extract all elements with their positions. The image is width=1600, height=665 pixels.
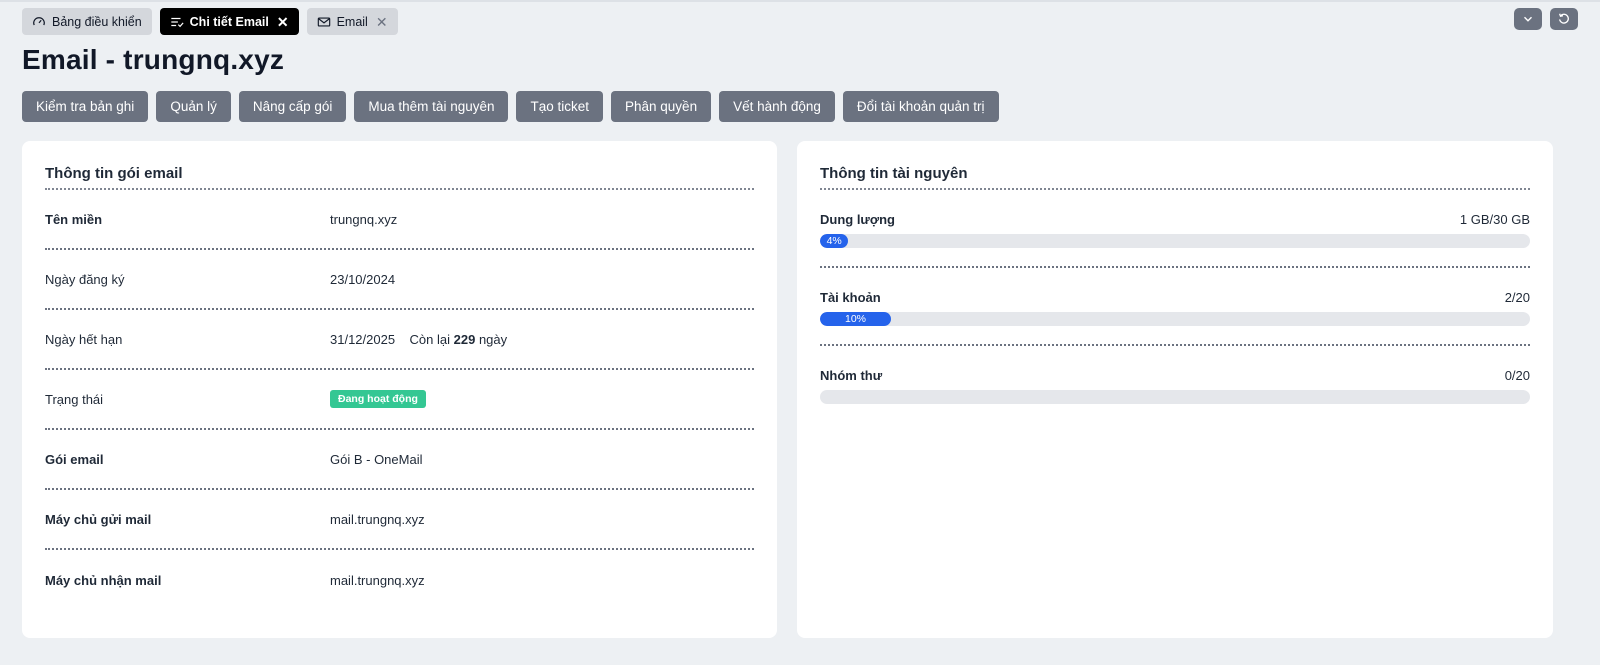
package-info-card: Thông tin gói email Tên miền trungnq.xyz… [22, 141, 777, 638]
info-value: trungnq.xyz [330, 211, 398, 227]
refresh-button[interactable] [1550, 8, 1578, 30]
chevron-down-button[interactable] [1514, 8, 1542, 30]
top-border [0, 0, 1600, 2]
tab-email-detail[interactable]: Chi tiết Email ✕ [159, 8, 299, 35]
tab-label: Chi tiết Email [189, 14, 269, 29]
status-badge: Đang hoạt động [330, 390, 426, 408]
info-row-imap-server: Máy chủ nhận mail mail.trungnq.xyz [45, 550, 754, 610]
action-toolbar: Kiểm tra bản ghi Quản lý Nâng cấp gói Mu… [22, 91, 999, 122]
progress-track [820, 390, 1530, 404]
tab-dashboard[interactable]: Bảng điều khiển [22, 8, 152, 35]
info-value: 31/12/2025 Còn lại 229 ngày [330, 332, 507, 347]
resource-info-title: Thông tin tài nguyên [820, 165, 968, 182]
progress-track: 4% [820, 234, 1530, 248]
info-value: Gói B - OneMail [330, 451, 423, 467]
info-label: Máy chủ nhận mail [45, 572, 162, 588]
info-row-expiry-date: Ngày hết hạn 31/12/2025 Còn lại 229 ngày [45, 310, 754, 370]
info-label: Ngày hết hạn [45, 331, 123, 347]
page-title: Email - trungnq.xyz [22, 44, 285, 75]
remaining-days: 229 [453, 331, 476, 347]
tab-bar: Bảng điều khiển Chi tiết Email ✕ Email ✕ [22, 8, 398, 35]
resource-mail-groups: Nhóm thư 0/20 [820, 346, 1530, 424]
chevron-down-icon [1521, 12, 1535, 26]
remaining-suffix: ngày [478, 331, 508, 347]
info-row-plan: Gói email Gói B - OneMail [45, 430, 754, 490]
tab-label: Bảng điều khiển [52, 14, 142, 29]
package-info-title: Thông tin gói email [45, 165, 183, 182]
info-row-status: Trạng thái Đang hoạt động [45, 370, 754, 430]
resource-label: Dung lượng [820, 212, 895, 227]
resource-value: 1 GB/30 GB [1459, 212, 1530, 227]
info-label: Ngày đăng ký [45, 271, 125, 287]
remaining-prefix: Còn lại [409, 331, 450, 347]
resource-storage: Dung lượng 1 GB/30 GB 4% [820, 190, 1530, 268]
divider [820, 188, 1530, 190]
info-label: Tên miền [45, 211, 103, 227]
close-icon[interactable]: ✕ [376, 15, 388, 29]
upgrade-plan-button[interactable]: Nâng cấp gói [238, 91, 347, 122]
info-value: 23/10/2024 [330, 271, 396, 287]
action-log-button[interactable]: Vết hành động [719, 91, 835, 122]
check-records-button[interactable]: Kiểm tra bản ghi [22, 91, 149, 122]
manage-button[interactable]: Quản lý [156, 91, 231, 122]
tab-label: Email [336, 14, 368, 29]
info-row-smtp-server: Máy chủ gửi mail mail.trungnq.xyz [45, 490, 754, 550]
list-check-icon [170, 15, 184, 29]
resource-label: Tài khoản [820, 290, 881, 305]
progress-fill: 4% [820, 234, 849, 248]
buy-resources-button[interactable]: Mua thêm tài nguyên [354, 91, 509, 122]
tab-email[interactable]: Email ✕ [306, 8, 398, 35]
divider [45, 188, 754, 190]
dashboard-gauge-icon [32, 15, 46, 29]
info-value: Đang hoạt động [330, 390, 426, 408]
resource-accounts: Tài khoản 2/20 10% [820, 268, 1530, 346]
info-row-register-date: Ngày đăng ký 23/10/2024 [45, 250, 754, 310]
change-admin-account-button[interactable]: Đổi tài khoản quản trị [842, 91, 999, 122]
refresh-icon [1557, 12, 1571, 26]
expiry-date: 31/12/2025 [330, 331, 396, 347]
progress-fill: 10% [820, 312, 891, 326]
info-row-domain: Tên miền trungnq.xyz [45, 190, 754, 250]
close-icon[interactable]: ✕ [277, 15, 289, 29]
resource-info-card: Thông tin tài nguyên Dung lượng 1 GB/30 … [797, 141, 1553, 638]
resource-label: Nhóm thư [820, 368, 883, 383]
info-value: mail.trungnq.xyz [330, 572, 425, 588]
create-ticket-button[interactable]: Tạo ticket [516, 91, 604, 122]
resource-value: 0/20 [1504, 368, 1530, 383]
resource-value: 2/20 [1504, 290, 1530, 305]
permissions-button[interactable]: Phân quyền [611, 91, 712, 122]
info-value: mail.trungnq.xyz [330, 511, 425, 527]
progress-track: 10% [820, 312, 1530, 326]
info-label: Máy chủ gửi mail [45, 511, 152, 527]
window-controls [1514, 8, 1578, 30]
info-label: Gói email [45, 451, 104, 467]
info-label: Trạng thái [45, 391, 104, 407]
envelope-icon [317, 15, 331, 29]
